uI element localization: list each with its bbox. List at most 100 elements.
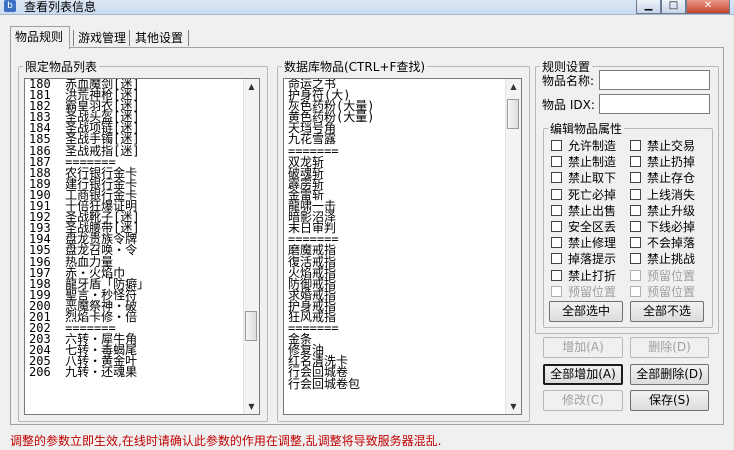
item-idx-label: 物品 IDX: [542,98,595,112]
checkbox-icon[interactable] [551,285,562,297]
tab-separator [129,30,130,46]
attribute-checkbox[interactable]: 安全区丢 [551,219,616,235]
attribute-label: 预留位置 [647,268,696,283]
checkbox-icon[interactable] [551,221,562,232]
checkbox-icon[interactable] [630,285,641,297]
attribute-checkbox[interactable]: 预留位置 [630,268,695,284]
checkbox-icon[interactable] [551,140,562,151]
attribute-checkbox[interactable]: 预留位置 [551,284,616,300]
item-idx-input[interactable] [599,94,710,114]
app-icon: b [4,0,16,12]
attribute-label: 上线消失 [647,187,696,202]
checkbox-icon[interactable] [630,221,641,232]
attribute-label: 禁止出售 [568,203,617,218]
attribute-label: 预留位置 [647,284,696,299]
attribute-label: 禁止存仓 [647,171,696,186]
list-item[interactable]: 行会回城卷包 [288,377,374,390]
scroll-down-arrow-icon[interactable]: ▼ [244,399,259,414]
attribute-label: 禁止扔掉 [647,155,696,170]
attribute-checkbox[interactable]: 死亡必掉 [551,187,616,203]
attribute-checkbox[interactable]: 掉落提示 [551,251,616,267]
modify-button[interactable]: 修改(C) [543,390,623,411]
scroll-thumb[interactable] [245,311,257,341]
attribute-checkbox[interactable]: 禁止扔掉 [630,154,695,170]
checkbox-icon[interactable] [630,188,641,200]
delete-button[interactable]: 删除(D) [630,337,709,358]
select-none-button[interactable]: 全部不选 [630,301,704,322]
scroll-thumb[interactable] [507,99,519,129]
scroll-up-arrow-icon[interactable]: ▲ [506,79,521,94]
window-title: 查看列表信息 [24,0,97,14]
attribute-label: 禁止打折 [568,268,617,283]
attribute-checkbox[interactable]: 不会掉落 [630,235,695,251]
checkbox-icon[interactable] [630,156,641,168]
add-all-button[interactable]: 全部增加(A) [543,364,623,385]
attribute-checkbox[interactable]: 禁止取下 [551,170,616,186]
checkbox-icon[interactable] [630,253,641,265]
db-items-list[interactable]: 命运之书 护身符(大) 灰色药粉(大量) 黄色药粉(大量) 天珰号角 九花雪露 ======… [283,78,522,415]
attribute-label: 允许制造 [568,139,617,153]
db-items-title: 数据库物品(CTRL+F查找) [284,60,426,74]
delete-all-button[interactable]: 全部删除(D) [630,364,709,385]
status-message: 调整的参数立即生效,在线时请确认此参数的作用在调整,乱调整将导致服务器混乱. [10,434,442,448]
db-items-scrollbar[interactable]: ▲ ▼ [505,79,521,414]
maximize-button[interactable]: □ [661,0,686,14]
attribute-checkbox[interactable]: 允许制造 [551,138,616,154]
item-attributes-title: 编辑物品属性 [550,122,623,136]
limited-items-list[interactable]: 180 赤血魔剑[迷] 181 洪荒神枪[迷] 182 霸皇羽衣[迷] 183 圣战头… [24,78,260,415]
title-bar: b 查看列表信息 ▁ □ ✕ [0,0,734,15]
checkbox-icon[interactable] [630,269,641,281]
tab-other-settings[interactable]: 其他设置 [131,28,191,48]
limited-items-title: 限定物品列表 [25,60,98,74]
checkbox-icon[interactable] [630,172,641,184]
attribute-label: 预留位置 [568,284,617,299]
item-name-label: 物品名称: [542,74,595,88]
checkbox-icon[interactable] [551,156,562,168]
attribute-label: 禁止取下 [568,171,617,186]
tab-game-management[interactable]: 游戏管理 [74,28,132,48]
attribute-label: 禁止修理 [568,236,617,251]
attribute-checkbox[interactable]: 禁止升级 [630,203,695,219]
attribute-checkbox[interactable]: 禁止存仓 [630,170,695,186]
attribute-label: 不会掉落 [647,236,696,251]
scroll-up-arrow-icon[interactable]: ▲ [244,79,259,94]
checkbox-icon[interactable] [630,140,641,151]
checkbox-icon[interactable] [551,253,562,265]
checkbox-icon[interactable] [630,237,641,249]
add-button[interactable]: 增加(A) [543,337,623,358]
checkbox-icon[interactable] [551,188,562,200]
attribute-checkbox[interactable]: 禁止出售 [551,203,616,219]
tab-item-rules[interactable]: 物品规则 [10,26,70,49]
attribute-checkbox[interactable]: 预留位置 [630,284,695,300]
attribute-label: 禁止交易 [647,139,696,153]
attribute-checkbox[interactable]: 禁止交易 [630,138,695,154]
save-button[interactable]: 保存(S) [630,390,709,411]
checkbox-icon[interactable] [630,204,641,216]
limited-items-entries: 180 赤血魔剑[迷] 181 洪荒神枪[迷] 182 霸皇羽衣[迷] 183 圣战头… [29,79,149,379]
attribute-label: 下线必掉 [647,220,696,234]
attribute-checkbox[interactable]: 禁止打折 [551,268,616,284]
attribute-checkbox[interactable]: 禁止挑战 [630,251,695,267]
list-item[interactable]: 206 九转・还魂果 [29,366,149,378]
attribute-checkbox[interactable]: 下线必掉 [630,219,695,235]
tab-separator [188,30,189,46]
attribute-label: 禁止挑战 [647,252,696,267]
limited-items-scrollbar[interactable]: ▲ ▼ [243,79,259,414]
item-name-input[interactable] [599,70,710,90]
scroll-down-arrow-icon[interactable]: ▼ [506,399,521,414]
checkbox-icon[interactable] [551,237,562,249]
attribute-checkbox[interactable]: 上线消失 [630,187,695,203]
attribute-checkbox[interactable]: 禁止修理 [551,235,616,251]
attribute-checkbox[interactable]: 禁止制造 [551,154,616,170]
attribute-label: 掉落提示 [568,252,617,267]
checkbox-icon[interactable] [551,269,562,281]
attribute-label: 安全区丢 [568,220,617,234]
attribute-label: 禁止制造 [568,155,617,170]
checkbox-icon[interactable] [551,172,562,184]
close-button[interactable]: ✕ [686,0,730,14]
minimize-button[interactable]: ▁ [636,0,661,14]
db-items-entries: 命运之书 护身符(大) 灰色药粉(大量) 黄色药粉(大量) 天珰号角 九花雪露 ======… [288,79,374,390]
checkbox-icon[interactable] [551,204,562,216]
select-all-button[interactable]: 全部选中 [549,301,623,322]
attribute-label: 禁止升级 [647,203,696,218]
